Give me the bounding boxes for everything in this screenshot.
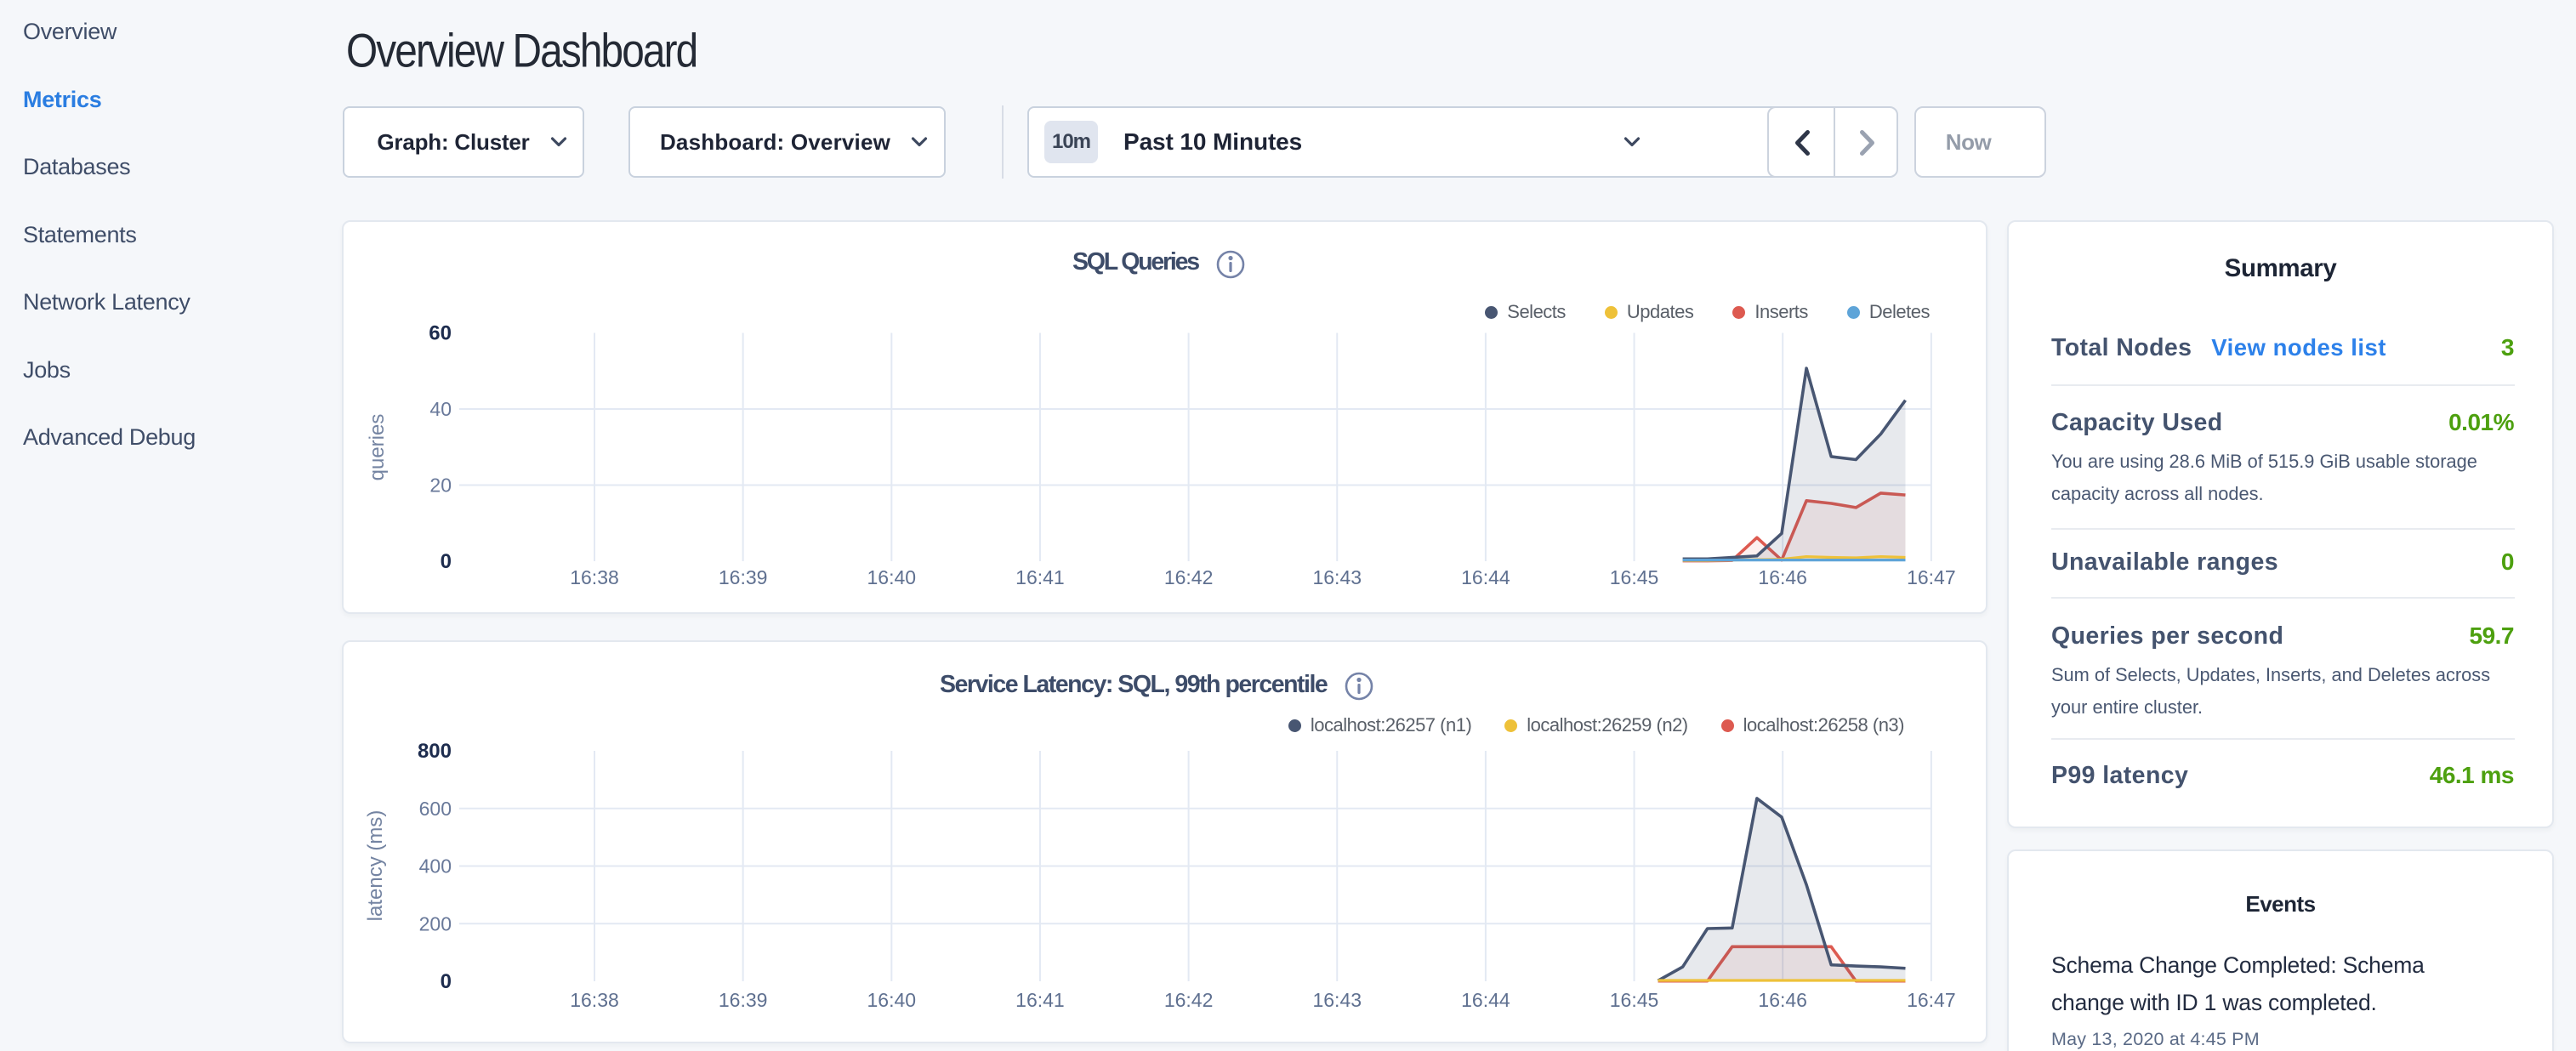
- svg-text:16:39: 16:39: [719, 989, 768, 1011]
- svg-text:16:42: 16:42: [1164, 989, 1214, 1011]
- svg-text:16:43: 16:43: [1312, 566, 1362, 588]
- svg-text:40: 40: [429, 398, 452, 420]
- svg-text:16:41: 16:41: [1015, 566, 1065, 588]
- svg-text:16:45: 16:45: [1610, 989, 1659, 1011]
- svg-text:60: 60: [429, 322, 452, 345]
- svg-text:16:38: 16:38: [570, 566, 619, 588]
- svg-text:600: 600: [419, 798, 452, 820]
- svg-text:400: 400: [419, 855, 452, 878]
- svg-text:16:41: 16:41: [1015, 989, 1065, 1011]
- svg-text:800: 800: [418, 740, 452, 763]
- svg-text:16:39: 16:39: [719, 566, 768, 588]
- svg-text:20: 20: [429, 474, 452, 497]
- svg-text:16:44: 16:44: [1461, 989, 1510, 1011]
- svg-text:0: 0: [441, 550, 452, 573]
- svg-text:latency (ms): latency (ms): [364, 810, 387, 922]
- svg-text:queries: queries: [366, 414, 389, 481]
- svg-text:16:43: 16:43: [1312, 989, 1362, 1011]
- svg-text:16:38: 16:38: [570, 989, 619, 1011]
- svg-text:16:42: 16:42: [1164, 566, 1214, 588]
- svg-text:16:44: 16:44: [1461, 566, 1510, 588]
- svg-text:16:45: 16:45: [1610, 566, 1659, 588]
- svg-text:16:46: 16:46: [1758, 989, 1807, 1011]
- svg-text:0: 0: [441, 970, 452, 993]
- svg-text:16:47: 16:47: [1907, 989, 1956, 1011]
- svg-text:16:46: 16:46: [1758, 566, 1807, 588]
- svg-text:16:40: 16:40: [867, 989, 917, 1011]
- svg-text:200: 200: [419, 912, 452, 935]
- svg-text:16:40: 16:40: [867, 566, 917, 588]
- svg-text:16:47: 16:47: [1907, 566, 1956, 588]
